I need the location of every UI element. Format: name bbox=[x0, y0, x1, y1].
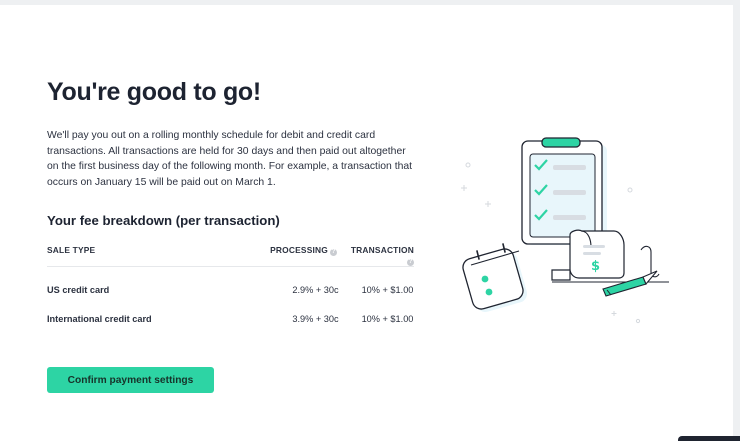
transaction-info-icon[interactable]: ? bbox=[407, 259, 414, 266]
header-sale-type: SALE TYPE bbox=[47, 245, 237, 267]
table-header-row: SALE TYPE PROCESSING? TRANSACTION? bbox=[47, 245, 414, 267]
payout-illustration: $ bbox=[461, 137, 669, 324]
row-sale-type: US credit card bbox=[47, 284, 110, 295]
row-transaction-fee: 10% + $1.00 bbox=[361, 284, 414, 295]
calendar-icon bbox=[462, 243, 528, 313]
header-sale-type-label: SALE TYPE bbox=[47, 245, 96, 255]
header-transaction-label: TRANSACTION bbox=[350, 245, 414, 255]
header-processing-label: PROCESSING bbox=[270, 245, 328, 255]
onboarding-card: You're good to go! We'll pay you out on … bbox=[0, 5, 733, 441]
window-corner-bar bbox=[678, 436, 740, 441]
row-processing-fee: 2.9% + 30c bbox=[292, 284, 339, 295]
payout-description: We'll pay you out on a rolling monthly s… bbox=[47, 130, 413, 188]
dollar-icon: $ bbox=[591, 259, 600, 274]
header-transaction: TRANSACTION? bbox=[349, 245, 414, 267]
row-sale-type: International credit card bbox=[47, 313, 152, 324]
clipboard-checklist-icon bbox=[521, 137, 607, 245]
processing-info-icon[interactable]: ? bbox=[330, 249, 337, 256]
row-transaction-fee: 10% + $1.00 bbox=[361, 313, 414, 324]
fee-breakdown-table: SALE TYPE PROCESSING? TRANSACTION? US cr… bbox=[47, 245, 414, 333]
confirm-payment-settings-button[interactable]: Confirm payment settings bbox=[47, 367, 214, 393]
header-processing: PROCESSING? bbox=[237, 245, 349, 267]
row-processing-fee: 3.9% + 30c bbox=[292, 313, 339, 324]
table-row: International credit card 3.9% + 30c 10%… bbox=[47, 304, 414, 333]
fee-breakdown-title: Your fee breakdown (per transaction) bbox=[47, 213, 280, 228]
page-title: You're good to go! bbox=[47, 78, 261, 106]
table-row: US credit card 2.9% + 30c 10% + $1.00 bbox=[47, 267, 414, 305]
